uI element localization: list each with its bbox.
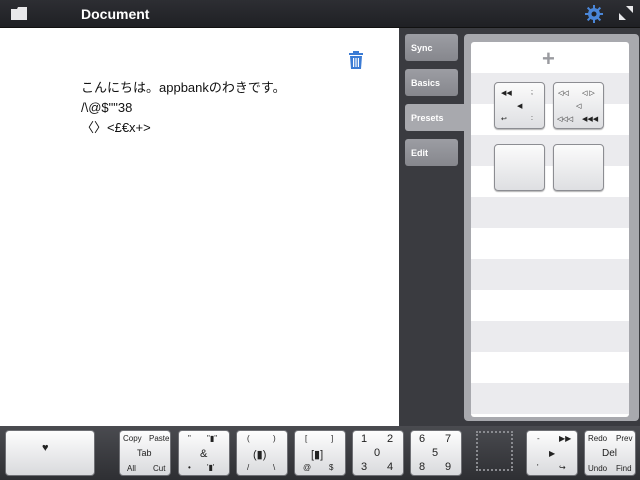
key-label: ◀: [517, 103, 523, 110]
parens-key[interactable]: ( ) (▮) / \: [236, 430, 288, 476]
key-label: ▶▶: [559, 434, 572, 443]
key-label: -: [537, 434, 540, 443]
preset-key-arrows[interactable]: ◀◀ ; ◀ ↩ :: [494, 82, 545, 129]
cut-label: Cut: [153, 464, 166, 473]
heart-icon: ♥: [42, 442, 49, 454]
key-label: •: [188, 463, 191, 472]
preset-key-empty[interactable]: [494, 144, 545, 191]
preset-key-empty[interactable]: [553, 144, 604, 191]
key-label: ': [537, 463, 539, 472]
empty-key-slot[interactable]: [476, 431, 513, 471]
side-panel: Sync Basics Presets Edit + ◀◀ ; ◀ ↩ : ◁◁…: [399, 28, 640, 426]
key-label: ◁◁◁: [557, 116, 574, 123]
numbers-key-2[interactable]: 6 7 5 8 9: [410, 430, 462, 476]
key-label: [: [305, 434, 308, 443]
key-label: ◀◀◀: [582, 116, 599, 123]
undo-label: Undo: [588, 464, 608, 473]
document-editor[interactable]: こんにちは。appbankのわきです。 /\@$""38 〈〉<£€x+>: [0, 28, 399, 426]
key-label: &: [200, 448, 208, 460]
prev-label: Prev: [616, 434, 633, 443]
del-label: Del: [602, 448, 618, 459]
key-label: '▮': [207, 463, 215, 472]
tab-sync[interactable]: Sync: [405, 34, 458, 61]
find-label: Find: [616, 464, 632, 473]
tab-label: Tab: [137, 448, 152, 458]
copy-label: Copy: [123, 434, 142, 443]
key-label: ": [188, 434, 191, 443]
gear-icon[interactable]: [585, 5, 603, 23]
preset-key-outline-arrows[interactable]: ◁◁ ◁ ▷ ◁ ◁◁◁ ◀◀◀: [553, 82, 604, 129]
presets-panel: + ◀◀ ; ◀ ↩ : ◁◁ ◁ ▷ ◁ ◁◁◁ ◀◀◀: [464, 34, 639, 421]
key-label: 0: [374, 447, 381, 459]
text-line: /\@$""38: [81, 100, 133, 115]
key-label: ◁◁: [558, 90, 569, 97]
key-label: 2: [387, 433, 394, 445]
clipboard-key[interactable]: Copy Paste Tab All Cut: [119, 430, 171, 476]
trash-icon[interactable]: [349, 51, 363, 69]
key-label: @: [303, 463, 312, 472]
add-preset-icon[interactable]: +: [542, 46, 555, 72]
page-title: Document: [81, 6, 150, 22]
key-label: :: [531, 115, 533, 122]
key-label: 1: [361, 433, 368, 445]
extra-keys-bar: ♥ Copy Paste Tab All Cut " "▮" & • '▮' (…: [0, 426, 640, 480]
redo-label: Redo: [588, 434, 608, 443]
tab-basics[interactable]: Basics: [405, 69, 458, 96]
all-label: All: [127, 464, 136, 473]
key-label: ): [273, 434, 276, 443]
key-label: 9: [445, 461, 452, 473]
key-label: ]: [331, 434, 334, 443]
document-text[interactable]: こんにちは。appbankのわきです。 /\@$""38 〈〉<£€x+>: [81, 78, 286, 138]
key-label: 6: [419, 433, 426, 445]
key-label: 4: [387, 461, 394, 473]
paste-label: Paste: [149, 434, 170, 443]
media-arrows-key[interactable]: - ▶▶ ▶ ' ↪: [526, 430, 578, 476]
key-label: \: [273, 463, 276, 472]
key-label: ▶: [549, 449, 556, 458]
key-label: $: [329, 463, 334, 472]
favorite-key[interactable]: ♥: [5, 430, 95, 476]
key-label: (: [247, 434, 250, 443]
key-label: 5: [432, 447, 439, 459]
tab-presets[interactable]: Presets: [405, 104, 471, 131]
key-label: 8: [419, 461, 426, 473]
key-label: 3: [361, 461, 368, 473]
numbers-key-1[interactable]: 1 2 0 3 4: [352, 430, 404, 476]
key-label: ◁: [576, 103, 582, 110]
top-bar: Document: [0, 0, 640, 28]
key-label: ↩: [501, 116, 507, 123]
edit-actions-key[interactable]: Redo Prev Del Undo Find: [584, 430, 636, 476]
key-label: ◁ ▷: [582, 90, 595, 97]
key-label: /: [247, 463, 250, 472]
presets-list: + ◀◀ ; ◀ ↩ : ◁◁ ◁ ▷ ◁ ◁◁◁ ◀◀◀: [471, 42, 629, 417]
key-label: ↪: [559, 463, 566, 472]
key-label: [▮]: [311, 449, 324, 461]
key-label: (▮): [253, 449, 267, 461]
folder-icon[interactable]: [11, 7, 27, 20]
key-label: ;: [531, 89, 533, 96]
key-label: ◀◀: [501, 90, 512, 97]
key-label: "▮": [207, 434, 218, 443]
quotes-key[interactable]: " "▮" & • '▮': [178, 430, 230, 476]
text-line: 〈〉<£€x+>: [81, 120, 151, 135]
brackets-key[interactable]: [ ] [▮] @ $: [294, 430, 346, 476]
tab-edit[interactable]: Edit: [405, 139, 458, 166]
resize-icon[interactable]: [619, 6, 633, 20]
key-label: 7: [445, 433, 452, 445]
text-line: こんにちは。appbankのわきです。: [81, 80, 286, 95]
